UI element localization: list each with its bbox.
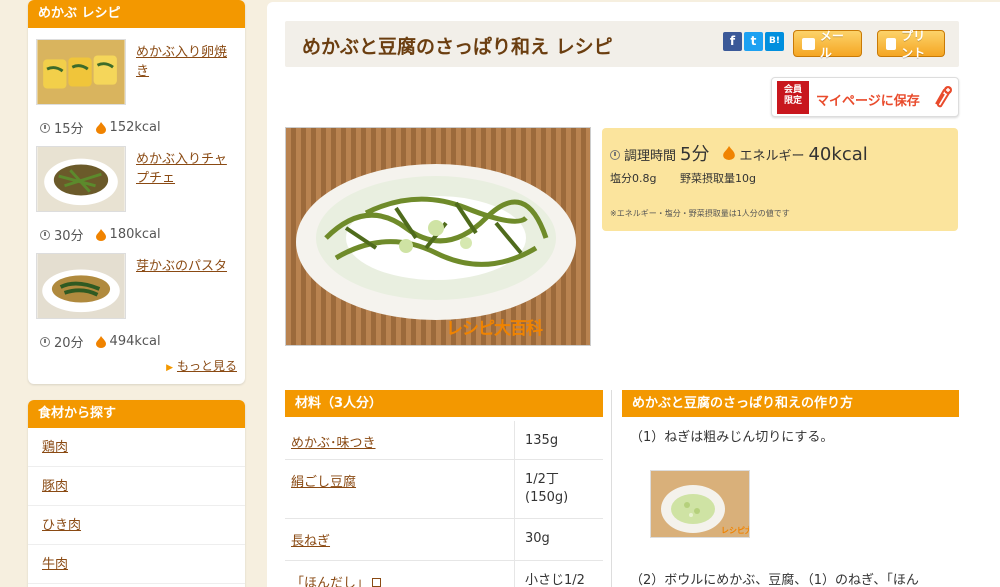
ingredients-table: めかぶ･味つき 135g 絹ごし豆腐 1/2丁 (150g) 長ねぎ 30g 「ほ… (285, 421, 603, 587)
ingredients-heading: 材料（3人分） (285, 390, 603, 417)
recipe-card[interactable]: 芽かぶのパスタ 20分 494kcal (28, 242, 245, 351)
ingredient-category-link[interactable]: 牛肉 (28, 545, 245, 584)
clock-icon (40, 122, 50, 133)
member-only-badge: 会員 限定 (777, 81, 809, 114)
cook-time: 5分 (680, 144, 710, 165)
photo-logo: レシピ大百科 (446, 319, 543, 339)
ingredient-category-link[interactable]: 豚肉 (28, 467, 245, 506)
fire-icon (95, 228, 106, 241)
ingredient-search-heading: 食材から探す (28, 400, 245, 428)
salt-veg-row: 塩分0.8g 野菜摂取量10g (610, 170, 776, 186)
dish-image (286, 128, 590, 345)
ingredient-category-link[interactable]: 鶏肉 (28, 428, 245, 467)
column-divider (611, 390, 612, 587)
save-to-mypage-button[interactable]: 会員 限定 マイページに保存 (771, 77, 959, 117)
facebook-icon[interactable]: f (723, 32, 742, 51)
nutrition-info-box: 調理時間 5分 エネルギー 40kcal 塩分0.8g 野菜摂取量10g ※エネ… (602, 128, 958, 231)
steps-heading: めかぶと豆腐のさっぱり和えの作り方 (622, 390, 959, 417)
title-bar: めかぶと豆腐のさっぱり和え レシピ f t B! メール プリント (285, 21, 959, 67)
table-row: 絹ごし豆腐 1/2丁 (150g) (285, 460, 603, 519)
recipe-thumbnail[interactable] (36, 39, 126, 105)
twitter-icon[interactable]: t (744, 32, 763, 51)
ingredient-qty: 1/2丁 (150g) (525, 472, 569, 505)
triangle-right-icon: ▶ (166, 363, 173, 373)
vegetable-value: 野菜摂取量10g (679, 172, 756, 185)
energy-value: 40kcal (808, 144, 868, 165)
more-recipes-link[interactable]: ▶ もっと見る (166, 357, 237, 374)
envelope-icon (802, 37, 815, 50)
time-energy-row: 調理時間 5分 エネルギー 40kcal (610, 140, 882, 166)
ingredient-qty: 小さじ1/2 (525, 573, 585, 587)
nutrition-note: ※エネルギー・塩分・野菜摂取量は1人分の値です (610, 209, 790, 218)
recipe-title-link[interactable]: めかぶ入りチャ プチェ (136, 150, 240, 188)
table-row: めかぶ･味つき 135g (285, 421, 603, 460)
related-recipes-heading: めかぶ レシピ (28, 0, 245, 28)
ingredient-category-list: 鶏肉 豚肉 ひき肉 牛肉 (28, 428, 245, 584)
fire-icon (723, 146, 736, 160)
step-photo-logo: レシピ大百科 (721, 526, 749, 535)
clock-icon (40, 336, 50, 347)
external-link-icon (372, 578, 382, 587)
ingredient-category-link[interactable]: ひき肉 (28, 506, 245, 545)
ingredient-name-link[interactable]: 絹ごし豆腐 (285, 460, 515, 518)
fire-icon (95, 335, 106, 348)
fire-icon (95, 121, 106, 134)
ingredient-qty: 30g (525, 531, 550, 546)
ingredient-name-link[interactable]: めかぶ･味つき (285, 421, 515, 459)
hatena-bookmark-icon[interactable]: B! (765, 32, 784, 51)
recipe-main: めかぶと豆腐のさっぱり和え レシピ f t B! メール プリント 会員 限定 マ… (267, 2, 1000, 587)
social-share: f t B! (723, 32, 784, 51)
recipe-card[interactable]: めかぶ入り卵焼き 15分 152kcal (28, 28, 245, 137)
table-row: 「ほんだし」 小さじ1/2 (285, 561, 603, 587)
ingredient-qty: 135g (525, 433, 559, 448)
ingredient-search-panel: 食材から探す 鶏肉 豚肉 ひき肉 牛肉 (28, 400, 245, 587)
recipe-title-link[interactable]: めかぶ入り卵焼き (136, 43, 240, 81)
recipe-kcal: 494kcal (109, 334, 161, 349)
recipe-thumbnail[interactable] (36, 253, 126, 319)
step-2-text: （2）ボウルにめかぶ、豆腐、（1）のねぎ、「ほん (630, 573, 919, 587)
printer-icon (886, 37, 897, 50)
print-button[interactable]: プリント (877, 29, 945, 60)
ingredient-name-link[interactable]: 「ほんだし」 (285, 561, 515, 587)
step-1-photo: レシピ大百科 (650, 470, 750, 538)
recipe-thumbnail[interactable] (36, 146, 126, 212)
related-recipes-panel: めかぶ レシピ めかぶ入り卵焼き 15分 152kcal めかぶ入りチャ プチェ … (28, 0, 245, 384)
clock-icon (40, 229, 50, 240)
step-1-text: （1）ねぎは粗みじん切りにする。 (630, 430, 834, 445)
ingredient-name-link[interactable]: 長ねぎ (285, 519, 515, 560)
page-title: めかぶと豆腐のさっぱり和え レシピ (302, 36, 613, 58)
clip-plus-icon (935, 86, 952, 108)
recipe-time: 20分 (54, 336, 84, 351)
clock-icon (610, 150, 620, 160)
mail-button[interactable]: メール (793, 29, 862, 60)
recipe-card[interactable]: めかぶ入りチャ プチェ 30分 180kcal (28, 135, 245, 244)
table-row: 長ねぎ 30g (285, 519, 603, 561)
salt-value: 塩分0.8g (610, 172, 657, 185)
recipe-kcal: 180kcal (109, 227, 161, 242)
recipe-photo: レシピ大百科 (285, 127, 591, 346)
recipe-title-link[interactable]: 芽かぶのパスタ (136, 257, 240, 276)
recipe-meta: 20分 494kcal (40, 332, 161, 351)
recipe-kcal: 152kcal (109, 120, 161, 135)
